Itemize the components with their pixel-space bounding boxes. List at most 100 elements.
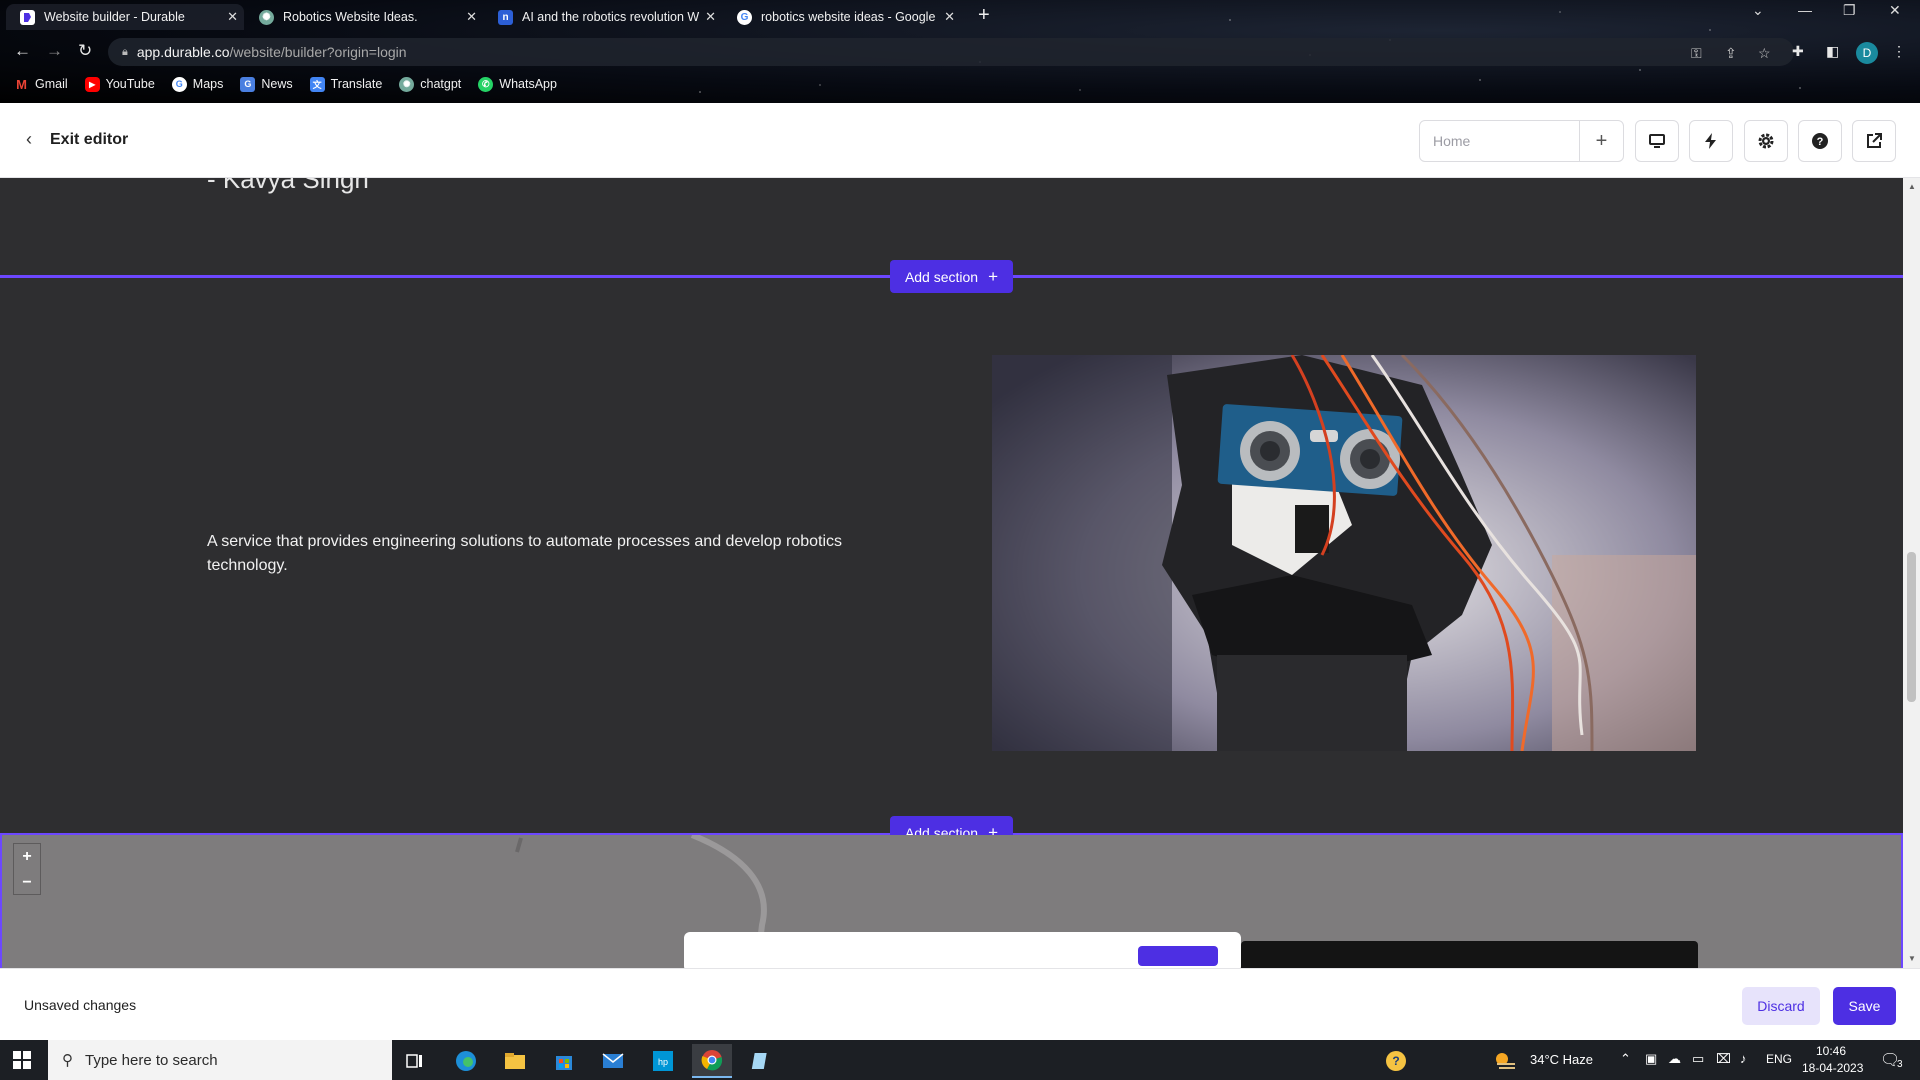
profile-avatar[interactable]: D <box>1856 42 1878 64</box>
network-icon[interactable]: ⌧ <box>1716 1051 1731 1067</box>
meet-now-icon[interactable]: ▣ <box>1645 1051 1657 1067</box>
map-section[interactable]: + − <box>0 835 1903 968</box>
edge-icon[interactable] <box>446 1044 486 1078</box>
settings-button[interactable] <box>1744 120 1788 162</box>
chatgpt-icon: ✺ <box>399 76 415 92</box>
tab-google-search[interactable]: G robotics website ideas - Google ✕ <box>723 4 961 30</box>
bookmarks-bar: M Gmail ▶ YouTube G Maps G News 文 Transl… <box>14 74 574 94</box>
windows-taskbar: ⚲ Type here to search hp ? 34°C Haze ⌃ ▣… <box>0 1040 1920 1080</box>
back-icon[interactable]: ← <box>14 41 31 61</box>
ai-actions-button[interactable] <box>1689 120 1733 162</box>
toolbar-row: ← → ↻ 🔒︎ app.durable.co /website/builder… <box>0 36 1920 66</box>
close-icon[interactable]: ✕ <box>705 9 716 25</box>
page-select-value: Home <box>1433 133 1471 149</box>
language-indicator[interactable]: ENG <box>1766 1052 1792 1066</box>
robot-image[interactable] <box>992 355 1696 751</box>
weather-text[interactable]: 34°C Haze <box>1530 1052 1593 1067</box>
external-link-icon <box>1867 133 1882 148</box>
bookmark-translate[interactable]: 文 Translate <box>309 76 383 92</box>
address-bar[interactable]: 🔒︎ app.durable.co /website/builder?origi… <box>108 38 1794 66</box>
clock-time[interactable]: 10:46 <box>1816 1044 1846 1058</box>
url-path: /website/builder?origin=login <box>229 44 407 60</box>
scroll-up-icon[interactable]: ▲ <box>1908 182 1916 191</box>
scroll-down-icon[interactable]: ▼ <box>1908 954 1916 963</box>
restore-icon[interactable]: ❐ <box>1843 2 1856 19</box>
bookmark-label: WhatsApp <box>499 77 557 91</box>
hp-app-icon[interactable]: hp <box>643 1044 683 1078</box>
page-selector[interactable]: Home + <box>1419 120 1624 162</box>
exit-editor-button[interactable]: ‹ Exit editor <box>26 129 128 150</box>
save-button[interactable]: Save <box>1833 987 1896 1025</box>
chrome-icon[interactable] <box>692 1044 732 1078</box>
bookmark-label: YouTube <box>105 77 155 91</box>
gmail-icon: M <box>16 76 27 92</box>
contact-form-card <box>684 932 1241 968</box>
url-host: app.durable.co <box>136 44 230 60</box>
zoom-out-button[interactable]: − <box>14 870 40 896</box>
notification-count: 3 <box>1897 1059 1903 1070</box>
forward-icon[interactable]: → <box>46 41 63 61</box>
window-close-icon[interactable]: ✕ <box>1889 2 1901 19</box>
website-canvas[interactable]: - Kavya Singh Add section + A service th… <box>0 178 1903 968</box>
volume-icon[interactable]: ♪ <box>1740 1051 1747 1066</box>
bookmark-news[interactable]: G News <box>240 76 293 92</box>
discard-button[interactable]: Discard <box>1742 987 1820 1025</box>
about-description[interactable]: A service that provides engineering solu… <box>207 530 897 578</box>
help-tray-icon[interactable]: ? <box>1376 1044 1416 1078</box>
close-icon[interactable]: ✕ <box>227 9 238 25</box>
battery-icon[interactable]: ▭ <box>1692 1051 1704 1067</box>
taskbar-search-input[interactable]: ⚲ Type here to search <box>48 1040 392 1080</box>
task-view-icon[interactable] <box>395 1044 435 1078</box>
extensions-icon[interactable]: ✚ <box>1792 43 1804 60</box>
whatsapp-icon: ✆ <box>478 76 494 92</box>
mail-icon[interactable] <box>593 1044 633 1078</box>
tray-chevron-icon[interactable]: ⌃ <box>1620 1051 1631 1067</box>
tab-ai-robotics[interactable]: n AI and the robotics revolution W ✕ <box>484 4 722 30</box>
new-tab-icon[interactable]: + <box>978 4 990 27</box>
add-section-button[interactable]: Add section + <box>890 260 1013 293</box>
windows-start-icon[interactable] <box>13 1051 31 1069</box>
side-panel-icon[interactable]: ◧ <box>1826 43 1839 60</box>
browser-chrome: Website builder - Durable ✕ ✺ Robotics W… <box>0 0 1920 103</box>
bookmark-label: Translate <box>330 77 383 91</box>
chatgpt-icon: ✺ <box>259 9 274 25</box>
gear-icon <box>1758 133 1774 149</box>
svg-text:?: ? <box>1817 136 1824 148</box>
tab-search-chevron-icon[interactable]: ⌄ <box>1752 2 1764 19</box>
svg-text:hp: hp <box>658 1057 668 1067</box>
tab-website-builder[interactable]: Website builder - Durable ✕ <box>6 4 244 30</box>
onedrive-icon[interactable]: ☁ <box>1668 1051 1681 1067</box>
bookmark-chatgpt[interactable]: ✺ chatgpt <box>399 76 461 92</box>
lightning-icon <box>1705 133 1716 149</box>
key-icon[interactable]: ⚿ <box>1691 45 1702 62</box>
tab-robotics-ideas[interactable]: ✺ Robotics Website Ideas. ✕ <box>245 4 483 30</box>
device-preview-button[interactable] <box>1635 120 1679 162</box>
kebab-menu-icon[interactable]: ⋮ <box>1892 43 1906 60</box>
add-page-icon[interactable]: + <box>1579 121 1623 161</box>
notepad-icon[interactable] <box>741 1044 781 1078</box>
bookmark-gmail[interactable]: M Gmail <box>14 77 68 92</box>
map-zoom-control: + − <box>13 843 41 895</box>
bookmark-whatsapp[interactable]: ✆ WhatsApp <box>478 76 557 92</box>
file-explorer-icon[interactable] <box>495 1044 535 1078</box>
clock-date[interactable]: 18-04-2023 <box>1802 1061 1863 1075</box>
bookmark-youtube[interactable]: ▶ YouTube <box>84 76 155 92</box>
plus-icon: + <box>988 266 999 286</box>
share-icon[interactable]: ⇪ <box>1725 45 1737 62</box>
close-icon[interactable]: ✕ <box>466 9 477 25</box>
open-preview-button[interactable] <box>1852 120 1896 162</box>
form-submit-button[interactable] <box>1138 946 1218 966</box>
bookmark-maps[interactable]: G Maps <box>171 76 223 92</box>
reload-icon[interactable]: ↻ <box>78 41 92 61</box>
tab-title: Website builder - Durable <box>44 10 185 24</box>
notion-icon: n <box>498 9 513 25</box>
chevron-left-icon: ‹ <box>26 129 32 149</box>
microsoft-store-icon[interactable] <box>544 1044 584 1078</box>
close-icon[interactable]: ✕ <box>944 9 955 25</box>
zoom-in-button[interactable]: + <box>14 844 40 870</box>
canvas-scrollbar[interactable]: ▲ ▼ <box>1903 178 1920 968</box>
minimize-icon[interactable]: — <box>1798 2 1812 18</box>
star-icon[interactable]: ☆ <box>1758 45 1771 62</box>
scrollbar-thumb[interactable] <box>1907 552 1916 702</box>
help-button[interactable]: ? <box>1798 120 1842 162</box>
